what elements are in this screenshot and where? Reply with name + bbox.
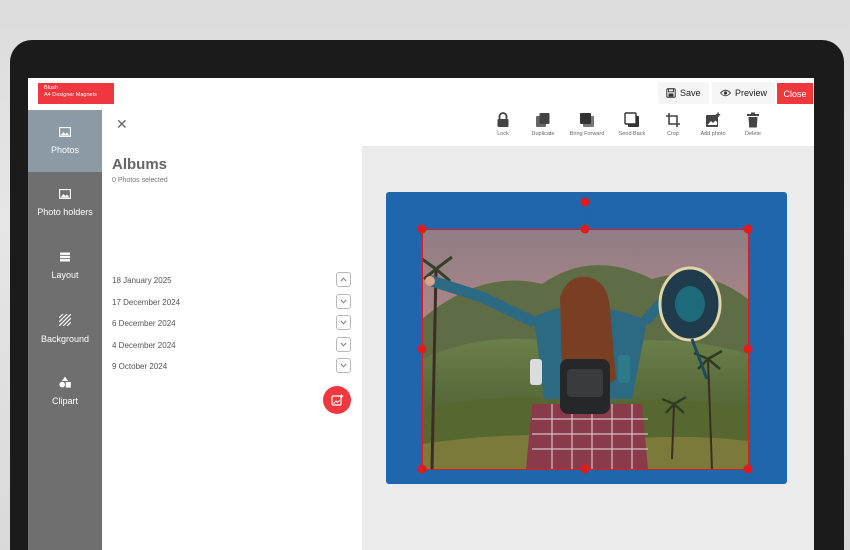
product-name: A4 Designer Magnets <box>44 92 97 98</box>
resize-handle-top-left[interactable] <box>417 224 427 234</box>
trash-icon <box>747 112 759 128</box>
add-photo-fab[interactable] <box>323 386 351 414</box>
design-canvas[interactable] <box>362 146 814 550</box>
rotate-handle[interactable] <box>580 197 590 207</box>
resize-handle-bottom[interactable] <box>580 464 590 474</box>
image-icon <box>59 127 71 137</box>
top-bar: Blush A4 Designer Magnets Save Preview C… <box>28 78 814 110</box>
album-row[interactable]: 17 December 2024 <box>112 294 352 312</box>
resize-handle-left[interactable] <box>417 344 427 354</box>
close-panel-icon[interactable]: ✕ <box>116 116 128 133</box>
album-date: 9 October 2024 <box>112 362 168 371</box>
tool-label: Lock <box>497 131 509 137</box>
sidebar-item-label: Layout <box>51 270 79 280</box>
album-date: 18 January 2025 <box>112 276 172 285</box>
albums-panel: ✕ Albums 0 Photos selected 18 January 20… <box>102 110 362 550</box>
brand-badge: Blush A4 Designer Magnets <box>38 83 114 104</box>
tool-label: Delete <box>745 131 761 137</box>
sidebar-item-photo-holders[interactable]: Photo holders <box>28 172 102 234</box>
chevron-down-icon[interactable] <box>336 337 351 352</box>
album-row[interactable]: 4 December 2024 <box>112 337 352 355</box>
resize-handle-bottom-left[interactable] <box>417 464 427 474</box>
crop-icon <box>666 113 680 127</box>
add-photo-icon <box>706 112 721 127</box>
photos-selected-count: 0 Photos selected <box>112 177 168 184</box>
duplicate-icon <box>536 113 550 127</box>
resize-handle-top[interactable] <box>580 224 590 234</box>
duplicate-tool[interactable]: Duplicate <box>518 112 568 137</box>
album-row[interactable]: 6 December 2024 <box>112 315 352 333</box>
resize-handle-right[interactable] <box>743 344 753 354</box>
album-date: 17 December 2024 <box>112 298 181 307</box>
chevron-down-icon[interactable] <box>336 358 351 373</box>
magnet-artboard[interactable] <box>386 192 787 484</box>
app-screen: Blush A4 Designer Magnets Save Preview C… <box>28 78 814 550</box>
eye-icon <box>720 89 731 97</box>
left-sidebar: Photos Photo holders Layout Background C… <box>28 110 102 550</box>
close-button[interactable]: Close <box>777 83 813 104</box>
hatch-pattern-icon <box>59 314 71 326</box>
sidebar-item-label: Photo holders <box>37 207 93 217</box>
brand-name: Blush <box>44 85 58 91</box>
tool-label: Duplicate <box>531 131 555 137</box>
album-date: 6 December 2024 <box>112 319 176 328</box>
preview-button[interactable]: Preview <box>712 82 776 104</box>
send-back-icon <box>624 112 639 127</box>
shapes-icon <box>59 376 71 388</box>
sidebar-item-label: Photos <box>50 145 80 155</box>
save-button[interactable]: Save <box>658 82 709 104</box>
sidebar-item-background[interactable]: Background <box>28 298 102 360</box>
album-date: 4 December 2024 <box>112 341 176 350</box>
sidebar-item-photos[interactable]: Photos <box>28 110 102 172</box>
resize-handle-bottom-right[interactable] <box>743 464 753 474</box>
chevron-down-icon[interactable] <box>336 315 351 330</box>
chevron-down-icon[interactable] <box>336 294 351 309</box>
bring-forward-tool[interactable]: Bring Forward <box>562 112 612 137</box>
save-label: Save <box>680 88 701 98</box>
panel-title: Albums <box>112 156 168 173</box>
sidebar-item-clipart[interactable]: Clipart <box>28 360 102 422</box>
tool-label: Send Back <box>618 131 646 137</box>
tool-label: Crop <box>667 131 679 137</box>
lock-icon <box>497 112 509 127</box>
album-row[interactable]: 18 January 2025 <box>112 272 352 290</box>
layout-grid-icon <box>60 252 70 262</box>
delete-tool[interactable]: Delete <box>728 112 778 137</box>
add-photo-icon <box>330 394 343 406</box>
edit-toolbar: Lock Duplicate Bring Forward Send Back C… <box>362 110 814 146</box>
preview-label: Preview <box>735 88 768 98</box>
image-frame-icon <box>59 189 71 199</box>
album-row[interactable]: 9 October 2024 <box>112 358 352 376</box>
chevron-up-icon[interactable] <box>336 272 351 287</box>
tool-label: Bring Forward <box>569 131 605 137</box>
floppy-disk-icon <box>666 88 676 98</box>
resize-handle-top-right[interactable] <box>743 224 753 234</box>
sidebar-item-label: Clipart <box>51 396 78 406</box>
selected-photo[interactable] <box>422 229 748 469</box>
bring-forward-icon <box>580 113 594 127</box>
woman-with-hat-in-mountains-photo <box>422 229 748 469</box>
sidebar-item-layout[interactable]: Layout <box>28 235 102 297</box>
sidebar-item-label: Background <box>40 334 90 344</box>
tool-label: Add photo <box>700 131 726 137</box>
